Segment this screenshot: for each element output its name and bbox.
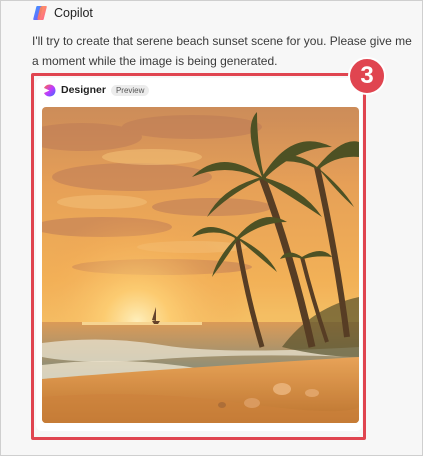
beach-sunset-image <box>42 107 359 423</box>
copilot-logo-icon <box>33 6 47 20</box>
generated-image[interactable] <box>42 107 359 423</box>
designer-header: Designer Preview <box>43 83 150 97</box>
designer-logo-icon <box>44 84 56 96</box>
step-badge: 3 <box>348 57 386 95</box>
copilot-header: Copilot <box>32 4 93 22</box>
header-title: Copilot <box>54 6 93 20</box>
preview-badge: Preview <box>110 84 150 96</box>
designer-name: Designer <box>61 84 106 96</box>
